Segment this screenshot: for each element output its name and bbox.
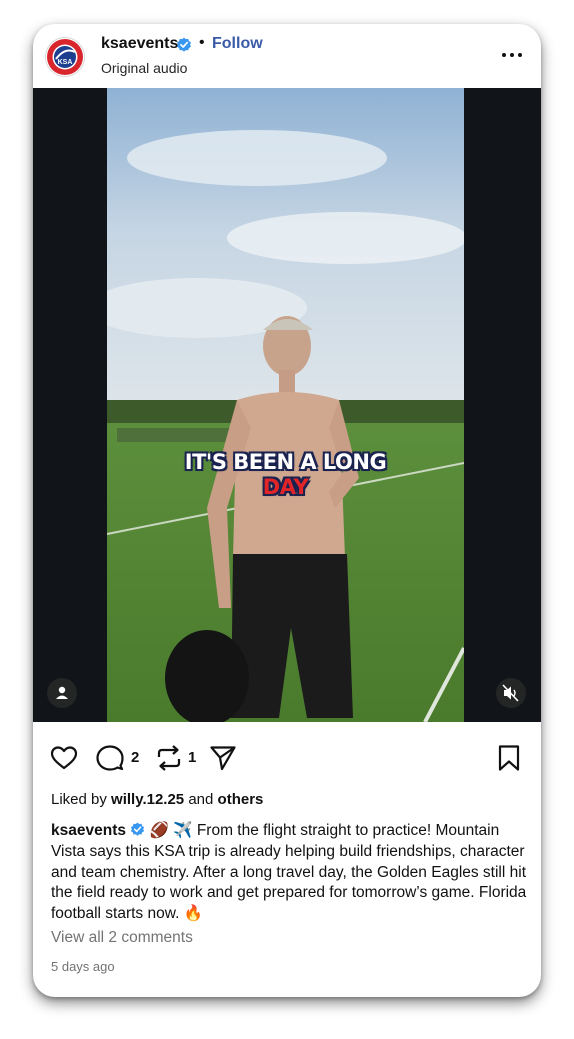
verified-badge-icon	[177, 37, 191, 52]
post-header: KSA ksaevents • Follow Original audio	[33, 24, 541, 88]
more-options-icon[interactable]	[499, 42, 525, 68]
liked-prefix: Liked by	[51, 791, 107, 808]
likes-summary: Liked by willy.12.25 and others	[51, 791, 263, 808]
mute-button[interactable]	[496, 678, 526, 708]
post-media[interactable]: IT'S BEEN A LONG DAY	[33, 88, 541, 722]
post-caption: ksaevents 🏈 ✈️ From the flight straight …	[51, 821, 529, 925]
separator-dot: •	[199, 34, 205, 51]
avatar-logo-text: KSA	[58, 59, 73, 66]
repost-count: 1	[188, 749, 197, 766]
post-timestamp: 5 days ago	[51, 959, 115, 974]
person-icon	[56, 686, 68, 699]
liked-and: and	[188, 791, 214, 808]
audio-label[interactable]: Original audio	[101, 60, 187, 76]
view-comments-link[interactable]: View all 2 comments	[51, 929, 193, 947]
post-username[interactable]: ksaevents	[101, 35, 178, 53]
repost-icon[interactable]	[155, 744, 183, 772]
video-player[interactable]: IT'S BEEN A LONG DAY	[107, 88, 464, 722]
verified-badge-icon	[131, 822, 145, 836]
video-frame	[107, 88, 464, 722]
tagged-users-button[interactable]	[47, 678, 77, 708]
bookmark-icon[interactable]	[495, 744, 523, 772]
avatar[interactable]: KSA	[45, 37, 85, 77]
action-bar: 2 1	[33, 732, 541, 782]
video-caption-line2: DAY	[262, 475, 309, 499]
follow-button[interactable]: Follow	[212, 35, 263, 53]
liked-user-link[interactable]: willy.12.25	[111, 791, 184, 808]
comment-count: 2	[131, 749, 140, 766]
caption-username[interactable]: ksaevents	[51, 822, 126, 839]
speaker-muted-icon	[502, 684, 519, 702]
heart-icon[interactable]	[50, 744, 78, 772]
liked-others-link[interactable]: others	[218, 791, 264, 808]
comment-icon[interactable]	[96, 744, 124, 772]
share-icon[interactable]	[209, 744, 237, 772]
video-caption-line1: IT'S BEEN A LONG	[184, 450, 387, 474]
post-card: KSA ksaevents • Follow Original audio IT…	[33, 24, 541, 997]
